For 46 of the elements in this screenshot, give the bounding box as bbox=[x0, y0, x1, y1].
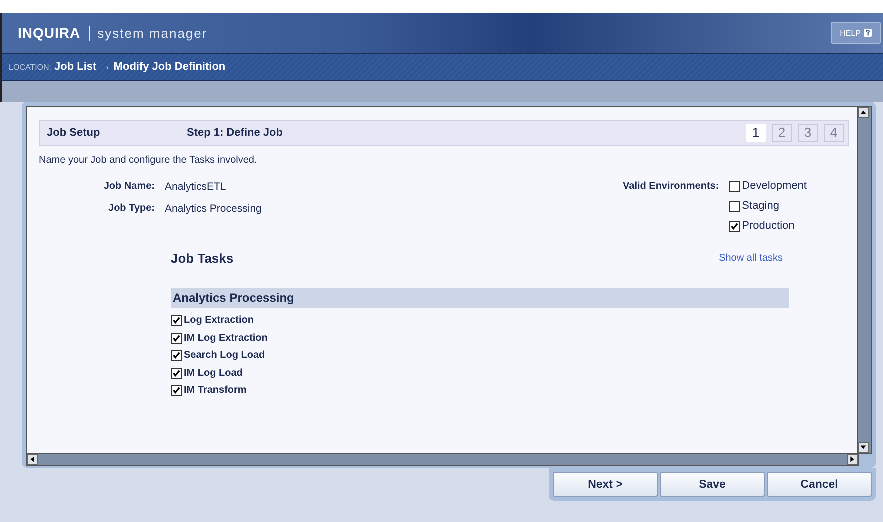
help-button[interactable]: HELP bbox=[831, 22, 881, 44]
checkbox[interactable] bbox=[171, 368, 182, 379]
field-value: AnalyticsETL bbox=[165, 181, 226, 193]
scroll-right-icon[interactable] bbox=[847, 454, 858, 465]
action-button[interactable]: Next > bbox=[553, 472, 658, 497]
scroll-down-icon[interactable] bbox=[858, 442, 869, 453]
step-tab[interactable]: 2 bbox=[772, 124, 792, 142]
setup-title: Job Setup bbox=[47, 127, 102, 139]
checkbox[interactable] bbox=[171, 315, 182, 326]
step-tab[interactable]: 4 bbox=[824, 124, 844, 142]
checkbox[interactable] bbox=[729, 220, 740, 232]
field-label: Job Name: bbox=[102, 181, 156, 193]
field-label: Job Type: bbox=[108, 203, 156, 215]
step-tab[interactable]: 1 bbox=[746, 124, 766, 142]
action-button[interactable]: Save bbox=[660, 472, 765, 497]
step-title: Step 1: Define Job bbox=[187, 127, 283, 139]
field-value: Analytics Processing bbox=[165, 203, 262, 215]
help-icon bbox=[864, 29, 872, 37]
intro-text: Name your Job and configure the Tasks involved. bbox=[39, 155, 258, 166]
scroll-up-icon[interactable] bbox=[858, 107, 869, 118]
action-button[interactable]: Cancel bbox=[767, 472, 872, 497]
horizontal-scrollbar[interactable] bbox=[26, 454, 859, 466]
show-all-tasks-link[interactable]: Show all tasks bbox=[719, 253, 783, 264]
vertical-scrollbar[interactable] bbox=[857, 107, 871, 453]
checkbox-label: Production bbox=[742, 220, 795, 232]
tasks-title: Job Tasks bbox=[171, 251, 234, 266]
checkbox[interactable] bbox=[171, 385, 182, 396]
checkbox[interactable] bbox=[729, 180, 740, 192]
scroll-left-icon[interactable] bbox=[27, 454, 38, 465]
environments-label: Valid Environments: bbox=[623, 181, 720, 194]
checkbox[interactable] bbox=[171, 350, 182, 362]
group-header: Analytics Processing bbox=[171, 288, 789, 308]
checkbox-label: Log Extraction bbox=[184, 315, 254, 326]
checkbox-label: Staging bbox=[742, 200, 780, 212]
checkbox[interactable] bbox=[729, 200, 740, 212]
location-label: LOCATION: bbox=[9, 62, 52, 72]
location-path: Job List → Modify Job Definition bbox=[54, 61, 226, 73]
checkbox[interactable] bbox=[171, 332, 182, 344]
checkbox-label: IM Log Load bbox=[184, 368, 243, 379]
checkbox-label: Development bbox=[742, 180, 807, 192]
step-tab[interactable]: 3 bbox=[798, 124, 818, 142]
checkbox-label: IM Log Extraction bbox=[184, 332, 268, 344]
product-name: system manager bbox=[88, 26, 208, 40]
checkbox-label: Search Log Load bbox=[184, 350, 266, 362]
logo: INQUIRA bbox=[18, 25, 81, 41]
checkbox-label: IM Transform bbox=[184, 385, 247, 396]
